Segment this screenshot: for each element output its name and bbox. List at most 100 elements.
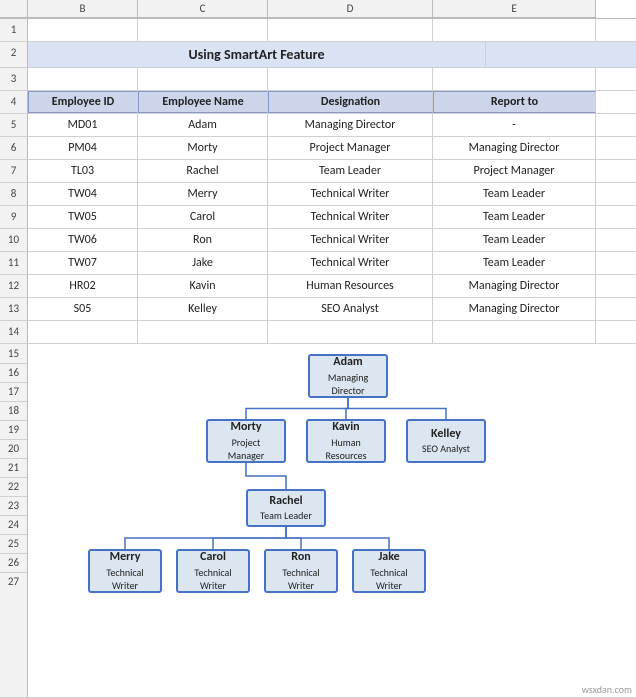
cell-1b[interactable] — [28, 19, 138, 41]
row-num-13: 13 — [0, 298, 28, 320]
org-node-kelley[interactable]: KelleySEO Analyst — [406, 419, 486, 463]
cell-8c[interactable]: Merry — [138, 183, 268, 205]
cell-10e[interactable]: Team Leader — [433, 229, 596, 251]
cell-8d[interactable]: Technical Writer — [268, 183, 433, 205]
connector-rachel-ron — [286, 527, 301, 549]
cell-13d[interactable]: SEO Analyst — [268, 298, 433, 320]
row-14: 14 — [0, 321, 636, 344]
cell-9e[interactable]: Team Leader — [433, 206, 596, 228]
cell-10b[interactable]: TW06 — [28, 229, 138, 251]
org-node-ron[interactable]: RonTechnicalWriter — [264, 549, 338, 593]
cell-13e[interactable]: Managing Director — [433, 298, 596, 320]
connector-rachel-jake — [286, 527, 389, 549]
col-header-e: E — [433, 0, 596, 18]
cell-1c[interactable] — [138, 19, 268, 41]
cell-5d[interactable]: Managing Director — [268, 114, 433, 136]
header-report-to[interactable]: Report to — [433, 91, 596, 113]
org-node-jake[interactable]: JakeTechnicalWriter — [352, 549, 426, 593]
row-8: 8 TW04 Merry Technical Writer Team Leade… — [0, 183, 636, 206]
cell-3d[interactable] — [268, 68, 433, 90]
cell-7e[interactable]: Project Manager — [433, 160, 596, 182]
watermark: wsxdan.com — [582, 683, 632, 696]
cell-1e[interactable] — [433, 19, 596, 41]
cell-5c[interactable]: Adam — [138, 114, 268, 136]
cell-1d[interactable] — [268, 19, 433, 41]
cell-13c[interactable]: Kelley — [138, 298, 268, 320]
cell-11e[interactable]: Team Leader — [433, 252, 596, 274]
row-num-10: 10 — [0, 229, 28, 251]
cell-9d[interactable]: Technical Writer — [268, 206, 433, 228]
row-3: 3 — [0, 68, 636, 91]
cell-12c[interactable]: Kavin — [138, 275, 268, 297]
cell-6d[interactable]: Project Manager — [268, 137, 433, 159]
cell-3c[interactable] — [138, 68, 268, 90]
node-title-carol: TechnicalWriter — [194, 566, 231, 592]
row-num-1: 1 — [0, 19, 28, 41]
cell-7c[interactable]: Rachel — [138, 160, 268, 182]
connector-rachel-merry — [125, 527, 286, 549]
cell-9b[interactable]: TW05 — [28, 206, 138, 228]
cell-11d[interactable]: Technical Writer — [268, 252, 433, 274]
org-chart-row: 15 16 17 18 19 20 21 22 23 24 25 26 27 A… — [0, 344, 636, 698]
connector-adam-kelley — [348, 398, 446, 419]
cell-11b[interactable]: TW07 — [28, 252, 138, 274]
column-header-bar: B C D E — [0, 0, 636, 19]
cell-7b[interactable]: TL03 — [28, 160, 138, 182]
cell-10c[interactable]: Ron — [138, 229, 268, 251]
row-num-8: 8 — [0, 183, 28, 205]
data-rows: 5 MD01 Adam Managing Director - 6 PM04 M… — [0, 114, 636, 321]
row-2: 2 Using SmartArt Feature — [0, 42, 636, 68]
cell-12b[interactable]: HR02 — [28, 275, 138, 297]
connector-adam-kavin — [346, 398, 348, 419]
connector-morty-rachel — [246, 463, 286, 489]
cell-5e[interactable]: - — [433, 114, 596, 136]
title-cell[interactable]: Using SmartArt Feature — [28, 42, 486, 67]
node-title-ron: TechnicalWriter — [282, 566, 319, 592]
cell-5b[interactable]: MD01 — [28, 114, 138, 136]
cell-9c[interactable]: Carol — [138, 206, 268, 228]
org-node-kavin[interactable]: KavinHumanResources — [306, 419, 386, 463]
node-title-kavin: HumanResources — [325, 436, 366, 462]
col-header-c: C — [138, 0, 268, 18]
cell-10d[interactable]: Technical Writer — [268, 229, 433, 251]
header-designation[interactable]: Designation — [268, 91, 433, 113]
org-node-merry[interactable]: MerryTechnicalWriter — [88, 549, 162, 593]
row-num-7: 7 — [0, 160, 28, 182]
node-title-merry: TechnicalWriter — [106, 566, 143, 592]
cell-8e[interactable]: Team Leader — [433, 183, 596, 205]
row-13: 13 S05 Kelley SEO Analyst Managing Direc… — [0, 298, 636, 321]
cell-14b[interactable] — [28, 321, 138, 343]
col-header-d: D — [268, 0, 433, 18]
cell-8b[interactable]: TW04 — [28, 183, 138, 205]
cell-6c[interactable]: Morty — [138, 137, 268, 159]
org-node-adam[interactable]: AdamManagingDirector — [308, 354, 388, 398]
cell-3e[interactable] — [433, 68, 596, 90]
org-node-rachel[interactable]: RachelTeam Leader — [246, 489, 326, 527]
node-title-jake: TechnicalWriter — [370, 566, 407, 592]
corner-cell — [0, 0, 28, 18]
org-node-carol[interactable]: CarolTechnicalWriter — [176, 549, 250, 593]
cell-14e[interactable] — [433, 321, 596, 343]
connector-adam-morty — [246, 398, 348, 419]
spreadsheet: B C D E 1 2 Using SmartArt Feature 3 — [0, 0, 636, 698]
node-name-jake: Jake — [378, 550, 399, 566]
row-num-9: 9 — [0, 206, 28, 228]
cell-13b[interactable]: S05 — [28, 298, 138, 320]
cell-3b[interactable] — [28, 68, 138, 90]
cell-7d[interactable]: Team Leader — [268, 160, 433, 182]
cell-12e[interactable]: Managing Director — [433, 275, 596, 297]
grid: 1 2 Using SmartArt Feature 3 4 Employee … — [0, 19, 636, 698]
node-name-rachel: Rachel — [269, 494, 302, 510]
org-node-morty[interactable]: MortyProjectManager — [206, 419, 286, 463]
node-title-rachel: Team Leader — [260, 509, 312, 522]
header-employee-name[interactable]: Employee Name — [138, 91, 268, 113]
cell-14c[interactable] — [138, 321, 268, 343]
cell-12d[interactable]: Human Resources — [268, 275, 433, 297]
cell-6e[interactable]: Managing Director — [433, 137, 596, 159]
cell-14d[interactable] — [268, 321, 433, 343]
cell-6b[interactable]: PM04 — [28, 137, 138, 159]
cell-11c[interactable]: Jake — [138, 252, 268, 274]
node-name-morty: Morty — [230, 420, 261, 436]
header-employee-id[interactable]: Employee ID — [28, 91, 138, 113]
node-name-adam: Adam — [333, 355, 362, 371]
